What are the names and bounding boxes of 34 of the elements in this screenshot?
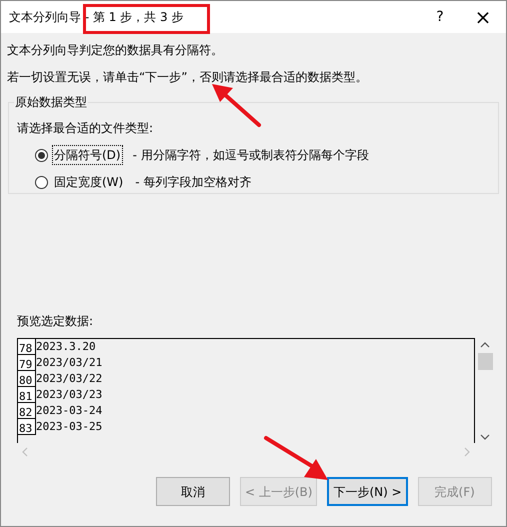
row-number: 82 [18, 403, 36, 419]
data-cell: 2023-03-24 [36, 403, 102, 419]
dialog-button[interactable]: 下一步(N) > [327, 477, 408, 506]
row-number: 80 [18, 371, 36, 387]
arrow-drawing [211, 83, 263, 129]
preview-label: 预览选定数据: [17, 314, 94, 328]
option-description: - 用分隔字符，如逗号或制表符分隔每个字段 [132, 147, 369, 164]
data-cell: 2023-03-25 [36, 419, 102, 435]
scroll-thumb[interactable] [478, 353, 492, 370]
prompt-text: 请选择最合适的文件类型: [17, 121, 154, 135]
radio-button[interactable] [35, 148, 48, 162]
scroll-up-icon[interactable] [480, 342, 490, 348]
scroll-down-icon[interactable] [480, 434, 490, 440]
close-button[interactable]: × [460, 1, 506, 33]
data-cell: 2023.3.20 [36, 339, 96, 355]
radio-label[interactable]: 分隔符号(D) [52, 145, 123, 165]
arrow-drawing [263, 435, 329, 481]
group-legend: 原始数据类型 [14, 93, 88, 111]
data-cell: 2023/03/21 [36, 355, 102, 371]
help-button[interactable]: ? [420, 1, 460, 33]
row-number: 81 [18, 387, 36, 403]
message-text: 若一切设置无误，请单击“下一步”，否则请选择最合适的数据类型。 [7, 70, 368, 84]
scroll-left-icon[interactable] [22, 447, 28, 457]
radio-button[interactable] [35, 176, 48, 188]
radio-label[interactable]: 固定宽度(W) [52, 172, 126, 192]
row-number: 79 [18, 355, 36, 371]
data-cell: 2023/03/22 [36, 371, 102, 387]
row-number: 78 [18, 339, 36, 355]
option-description: - 每列字段加空格对齐 [135, 174, 252, 191]
message-text: 文本分列向导判定您的数据具有分隔符。 [7, 43, 223, 57]
row-number: 83 [18, 419, 36, 435]
dialog-button[interactable]: 取消 [156, 477, 230, 506]
scroll-right-icon[interactable] [464, 447, 470, 457]
data-cell: 2023/03/23 [36, 387, 102, 403]
